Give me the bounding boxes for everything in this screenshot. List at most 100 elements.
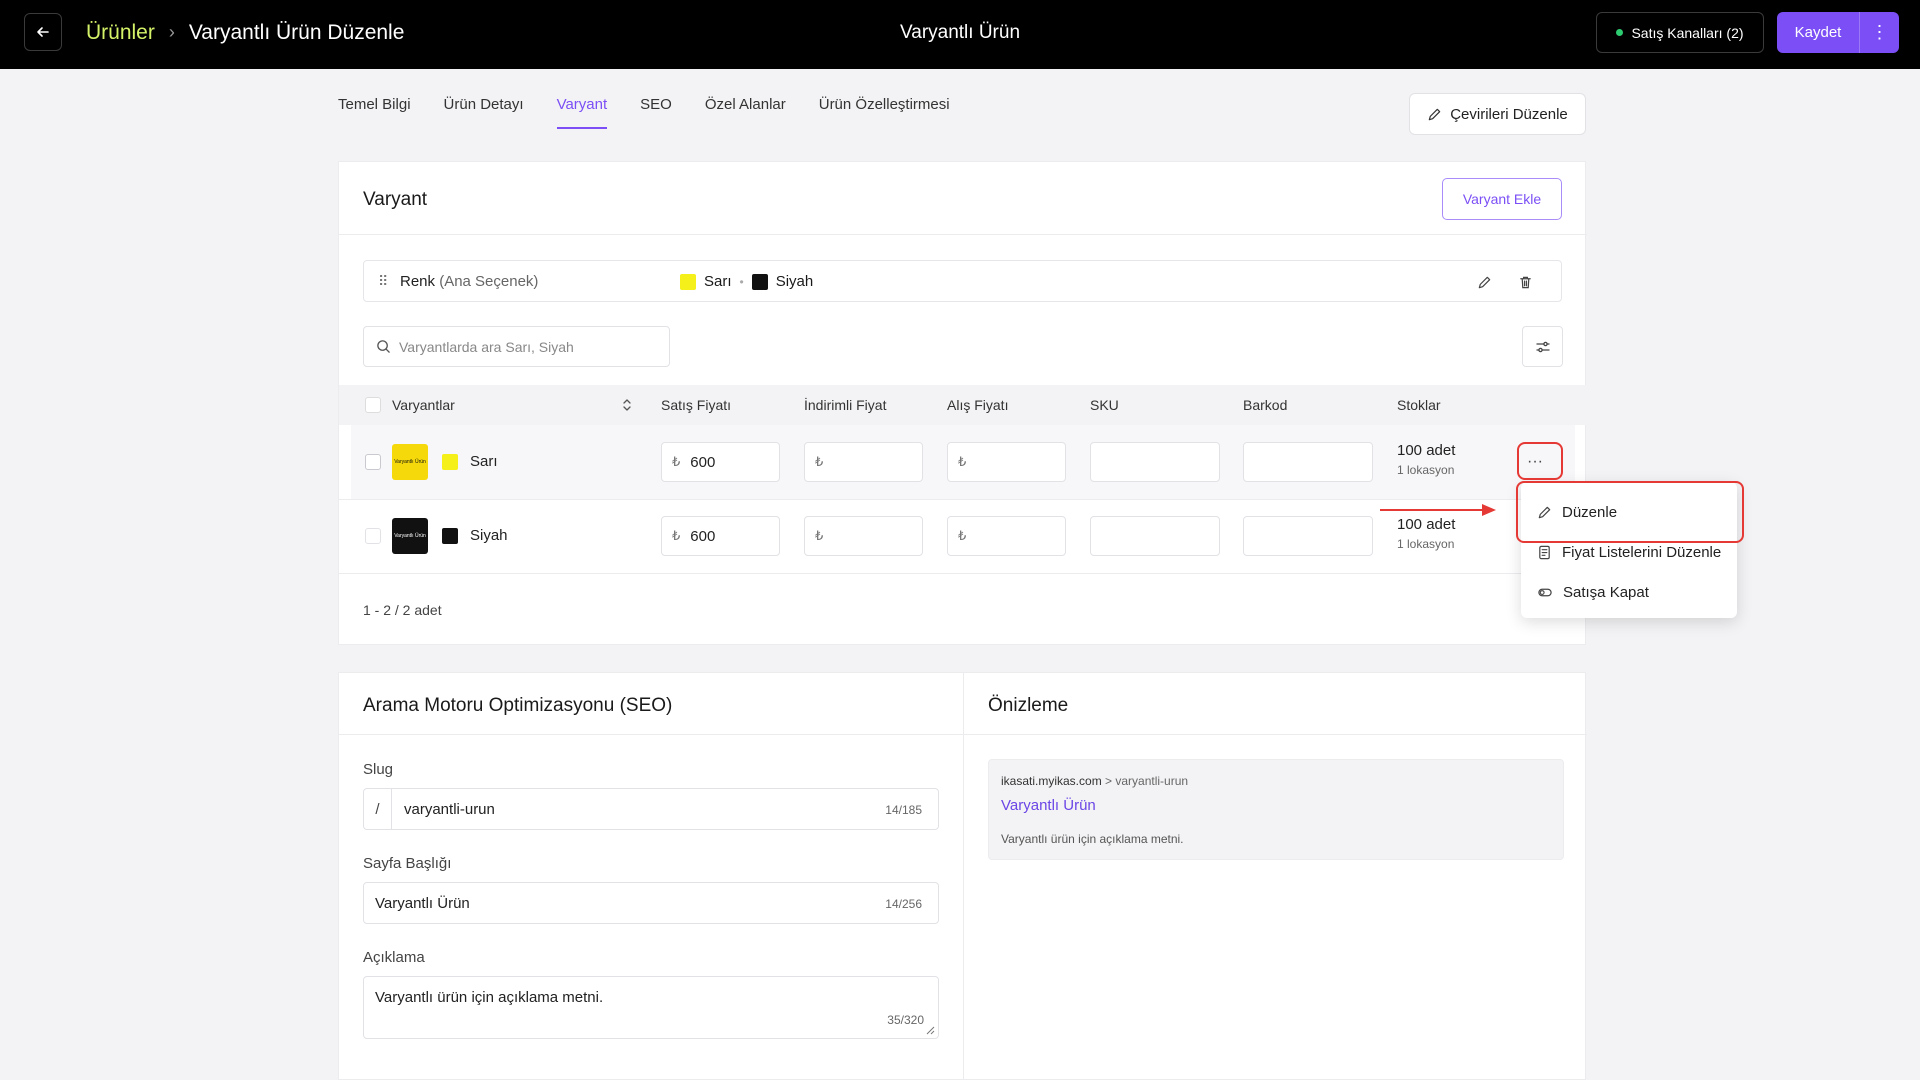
divider — [964, 734, 1587, 735]
lira-icon: ₺ — [958, 454, 967, 469]
sku-input[interactable] — [1090, 516, 1220, 556]
search-icon — [377, 340, 390, 353]
edit-option-icon[interactable] — [1474, 272, 1494, 292]
stock-info: 100 adet 1 lokasyon — [1397, 442, 1455, 477]
description-textarea[interactable]: Varyantlı ürün için açıklama metni. 35/3… — [363, 976, 939, 1039]
barcode-input[interactable] — [1243, 442, 1373, 482]
seo-section-title: Arama Motoru Optimizasyonu (SEO) — [363, 695, 673, 716]
menu-item-close-sales[interactable]: Satışa Kapat — [1521, 574, 1737, 610]
resize-handle-icon[interactable] — [926, 1026, 935, 1035]
tab-bar: Temel Bilgi Ürün Detayı Varyant SEO Özel… — [338, 96, 983, 129]
red-arrow-icon — [1380, 504, 1496, 516]
save-button[interactable]: Kaydet — [1777, 12, 1859, 53]
slug-value: varyantli-urun — [404, 801, 495, 818]
lira-icon: ₺ — [672, 528, 681, 543]
status-dot-icon — [1616, 29, 1624, 36]
sales-channels-label: Satış Kanalları (2) — [1631, 24, 1744, 41]
row-checkbox[interactable] — [365, 454, 381, 470]
edit-translations-label: Çevirileri Düzenle — [1450, 105, 1568, 123]
arrow-left-icon — [37, 27, 49, 37]
stock-info: 100 adet 1 lokasyon — [1397, 516, 1455, 551]
sliders-icon — [1535, 341, 1550, 352]
column-header-sku: SKU — [1090, 397, 1119, 413]
stock-amount: 100 adet — [1397, 442, 1456, 459]
separator-dot-icon: • — [739, 274, 744, 289]
breadcrumb-root-link[interactable]: Ürünler — [86, 21, 155, 45]
top-bar: Ürünler › Varyantlı Ürün Düzenle Varyant… — [0, 0, 1920, 69]
black-swatch-icon — [751, 273, 768, 290]
variant-card: Varyant Varyant Ekle ⠿ Renk (Ana Seçenek… — [338, 161, 1587, 645]
variant-search — [363, 326, 670, 367]
divider — [339, 573, 1587, 574]
tab-custom-fields[interactable]: Özel Alanlar — [705, 96, 786, 129]
barcode-input[interactable] — [1243, 516, 1373, 556]
column-header-discount-price: İndirimli Fiyat — [804, 397, 887, 413]
toggle-icon — [1538, 588, 1552, 596]
preview-section-title: Önizleme — [988, 695, 1069, 716]
option-name-text: Renk — [400, 273, 436, 290]
variant-thumbnail: Varyantlı Ürün — [392, 518, 428, 554]
tab-product-customization[interactable]: Ürün Özelleştirmesi — [819, 96, 950, 129]
row-checkbox[interactable] — [365, 528, 381, 544]
stock-locations: 1 lokasyon — [1397, 463, 1455, 477]
sales-channels-button[interactable]: Satış Kanalları (2) — [1596, 12, 1764, 53]
add-variant-button[interactable]: Varyant Ekle — [1442, 178, 1562, 220]
slug-label: Slug — [363, 761, 394, 778]
drag-handle-icon[interactable]: ⠿ — [378, 273, 388, 290]
menu-item-label: Satışa Kapat — [1563, 583, 1649, 601]
sort-icon[interactable] — [621, 397, 633, 418]
preview-url: ikasati.myikas.com > varyantli-urun — [1001, 774, 1188, 788]
seo-card: Arama Motoru Optimizasyonu (SEO) Slug / … — [338, 672, 965, 1080]
description-label: Açıklama — [363, 949, 425, 966]
variant-search-input[interactable] — [399, 338, 649, 355]
option-value-label: Sarı — [704, 273, 732, 290]
preview-domain: ikasati.myikas.com — [1001, 774, 1102, 788]
option-value-label: Siyah — [775, 273, 814, 290]
breadcrumb-current: Varyantlı Ürün Düzenle — [188, 20, 405, 44]
tab-variant[interactable]: Varyant — [556, 96, 608, 129]
filter-settings-button[interactable] — [1522, 326, 1563, 367]
more-vertical-icon[interactable]: ⋮ — [1859, 12, 1899, 53]
buy-price-input[interactable]: ₺ — [947, 516, 1066, 556]
discount-price-input[interactable]: ₺ — [804, 516, 923, 556]
pencil-icon — [1428, 108, 1441, 120]
variant-thumbnail: Varyantlı Ürün — [392, 444, 428, 480]
page-title-input[interactable]: Varyantlı Ürün 14/256 — [363, 882, 939, 924]
sale-price-value: 600 — [690, 527, 716, 545]
highlight-outline — [1516, 481, 1744, 543]
edit-translations-button[interactable]: Çevirileri Düzenle — [1409, 93, 1586, 135]
back-button[interactable] — [24, 13, 62, 51]
lira-icon: ₺ — [815, 528, 824, 543]
lira-icon: ₺ — [958, 528, 967, 543]
variant-name: Siyah — [470, 527, 508, 544]
stock-locations: 1 lokasyon — [1397, 537, 1455, 551]
option-row-color: ⠿ Renk (Ana Seçenek) Sarı • Siyah — [363, 260, 1562, 302]
search-preview: ikasati.myikas.com > varyantli-urun Vary… — [988, 759, 1564, 860]
description-value: Varyantlı ürün için açıklama metni. — [375, 989, 604, 1006]
trash-icon[interactable] — [1515, 272, 1535, 292]
slug-input[interactable]: / varyantli-urun 14/185 — [363, 788, 939, 830]
sku-input[interactable] — [1090, 442, 1220, 482]
save-button-group: Kaydet ⋮ — [1777, 12, 1899, 53]
option-qualifier: (Ana Seçenek) — [439, 273, 539, 290]
tab-basic-info[interactable]: Temel Bilgi — [338, 96, 411, 129]
description-char-count: 35/320 — [887, 1013, 924, 1027]
yellow-swatch-icon — [442, 454, 458, 470]
sale-price-input[interactable]: ₺ 600 — [661, 442, 780, 482]
sale-price-input[interactable]: ₺ 600 — [661, 516, 780, 556]
lira-icon: ₺ — [672, 454, 681, 469]
variant-name: Sarı — [470, 453, 498, 470]
yellow-swatch-icon — [680, 273, 696, 290]
preview-card: Önizleme ikasati.myikas.com > varyantli-… — [963, 672, 1587, 1080]
tab-product-detail[interactable]: Ürün Detayı — [444, 96, 524, 129]
buy-price-input[interactable]: ₺ — [947, 442, 1066, 482]
stock-amount: 100 adet — [1397, 516, 1456, 533]
discount-price-input[interactable]: ₺ — [804, 442, 923, 482]
table-row[interactable]: Varyantlı Ürün Sarı ₺ 600 ₺ ₺ 100 adet 1 … — [351, 425, 1575, 499]
preview-page-title: Varyantlı Ürün — [1001, 797, 1096, 814]
preview-description: Varyantlı ürün için açıklama metni. — [1001, 832, 1184, 846]
column-header-variants: Varyantlar — [392, 397, 455, 413]
preview-path: > varyantli-urun — [1105, 774, 1189, 788]
select-all-checkbox[interactable] — [365, 397, 381, 413]
tab-seo[interactable]: SEO — [640, 96, 672, 129]
